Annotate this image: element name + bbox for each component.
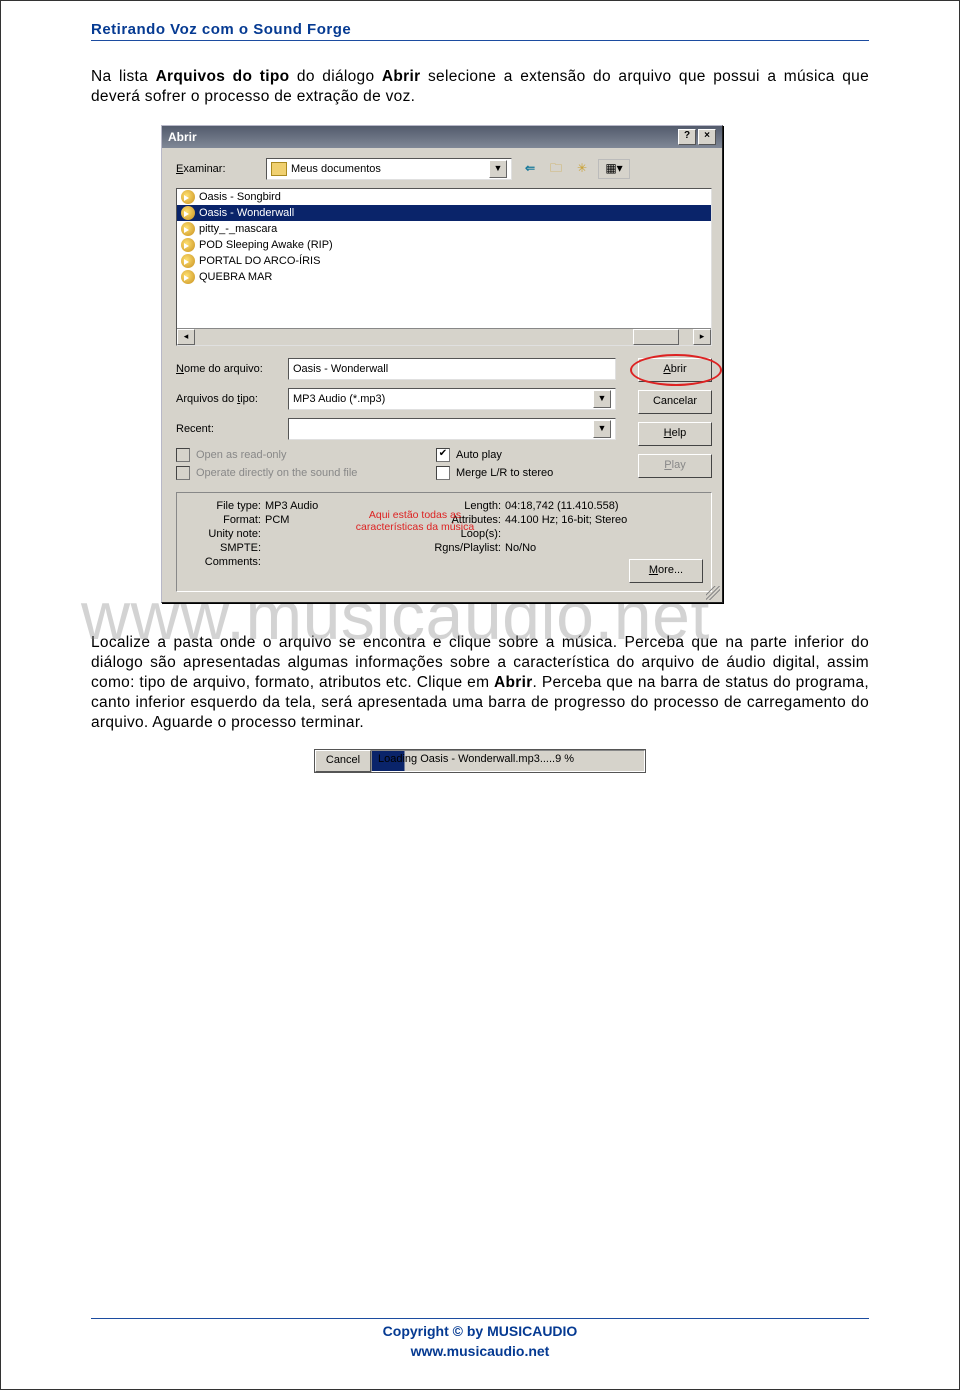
help-button[interactable]: Help: [638, 422, 712, 446]
chevron-down-icon[interactable]: ▼: [489, 160, 507, 178]
dialog-titlebar[interactable]: Abrir ? ×: [162, 126, 722, 148]
chevron-down-icon[interactable]: ▼: [593, 420, 611, 438]
text: do diálogo: [289, 68, 382, 85]
look-in-combo[interactable]: Meus documentos ▼: [266, 158, 512, 180]
open-dialog: Abrir ? × Examinar: Meus documentos ▼: [161, 125, 723, 603]
list-item[interactable]: QUEBRA MAR: [177, 269, 711, 285]
page-header-title: Retirando Voz com o Sound Forge: [91, 21, 869, 38]
auto-play-checkbox[interactable]: ✔ Auto play: [436, 448, 553, 462]
scroll-right-button[interactable]: ▸: [693, 329, 711, 345]
recent-combo[interactable]: ▼: [288, 418, 616, 440]
operate-directly-checkbox: Operate directly on the sound file: [176, 466, 436, 480]
annotation-red-note: Aqui estão todas as características da m…: [355, 509, 475, 533]
status-progress: Loading Oasis - Wonderwall.mp3.....9 %: [371, 750, 645, 772]
checkbox-icon: ✔: [436, 448, 450, 462]
file-type-combo[interactable]: MP3 Audio (*.mp3)▼: [288, 388, 616, 410]
footer-url: www.musicaudio.net: [91, 1341, 869, 1361]
info-value: 04:18,742 (11.410.558): [505, 500, 619, 512]
view-mode-button[interactable]: ▦▾: [598, 159, 630, 179]
list-item[interactable]: POD Sleeping Awake (RIP): [177, 237, 711, 253]
info-label: Unity note:: [185, 528, 265, 540]
text-bold: Abrir: [382, 68, 421, 85]
scroll-track[interactable]: [195, 329, 693, 345]
header-rule: [91, 40, 869, 41]
look-in-label: Examinar:: [176, 163, 266, 175]
status-bar-screenshot: Cancel Loading Oasis - Wonderwall.mp3...…: [314, 749, 646, 773]
list-item[interactable]: PORTAL DO ARCO-ÍRIS: [177, 253, 711, 269]
list-item[interactable]: pitty_-_mascara: [177, 221, 711, 237]
more-button[interactable]: More...: [629, 559, 703, 583]
cancel-button[interactable]: Cancelar: [638, 390, 712, 414]
info-label: Rgns/Playlist:: [425, 542, 505, 554]
file-info-panel: File type:MP3 Audio Format:PCM Unity not…: [176, 492, 712, 592]
text: Na lista: [91, 68, 156, 85]
chevron-down-icon[interactable]: ▼: [593, 390, 611, 408]
info-label: Comments:: [185, 556, 265, 568]
folder-icon: [271, 162, 287, 176]
text-bold: Abrir: [494, 674, 533, 691]
new-folder-button[interactable]: ✳: [572, 159, 592, 179]
open-button[interactable]: Abrir: [638, 358, 712, 382]
info-value: No/No: [505, 542, 536, 554]
open-readonly-checkbox: Open as read-only: [176, 448, 436, 462]
paragraph-1: Na lista Arquivos do tipo do diálogo Abr…: [91, 67, 869, 107]
info-value: PCM: [265, 514, 289, 526]
checkbox-icon: [436, 466, 450, 480]
list-item-selected[interactable]: Oasis - Wonderwall: [177, 205, 711, 221]
recent-label: Recent:: [176, 423, 288, 435]
titlebar-help-button[interactable]: ?: [678, 129, 696, 145]
footer: Copyright © by MUSICAUDIO www.musicaudio…: [91, 1321, 869, 1361]
scroll-thumb[interactable]: [633, 329, 679, 345]
checkbox-icon: [176, 448, 190, 462]
horizontal-scrollbar[interactable]: ◂ ▸: [177, 328, 711, 345]
nav-up-button[interactable]: 🗀: [546, 159, 566, 179]
file-list[interactable]: Oasis - Songbird Oasis - Wonderwall pitt…: [176, 188, 712, 346]
file-name-input[interactable]: Oasis - Wonderwall: [288, 358, 616, 380]
dialog-title: Abrir: [168, 130, 197, 144]
info-value: 44.100 Hz; 16-bit; Stereo: [505, 514, 627, 526]
info-value: MP3 Audio: [265, 500, 318, 512]
titlebar-close-button[interactable]: ×: [698, 129, 716, 145]
audio-file-icon: [181, 270, 195, 284]
footer-copyright: Copyright © by MUSICAUDIO: [91, 1321, 869, 1341]
look-in-value: Meus documentos: [291, 163, 381, 175]
audio-file-icon: [181, 222, 195, 236]
status-cancel-button[interactable]: Cancel: [315, 750, 371, 772]
play-button[interactable]: Play: [638, 454, 712, 478]
audio-file-icon: [181, 190, 195, 204]
info-label: Format:: [185, 514, 265, 526]
audio-file-icon: [181, 254, 195, 268]
paragraph-2: Localize a pasta onde o arquivo se encon…: [91, 633, 869, 733]
resize-grip-icon[interactable]: [706, 586, 720, 600]
footer-rule: [91, 1318, 869, 1319]
nav-back-button[interactable]: ⇐: [520, 159, 540, 179]
audio-file-icon: [181, 206, 195, 220]
info-label: SMPTE:: [185, 542, 265, 554]
text-bold: Arquivos do tipo: [156, 68, 290, 85]
file-name-label: Nome do arquivo:: [176, 363, 288, 375]
merge-lr-checkbox[interactable]: Merge L/R to stereo: [436, 466, 553, 480]
info-label: File type:: [185, 500, 265, 512]
file-type-label: Arquivos do tipo:: [176, 393, 288, 405]
audio-file-icon: [181, 238, 195, 252]
list-item[interactable]: Oasis - Songbird: [177, 189, 711, 205]
scroll-left-button[interactable]: ◂: [177, 329, 195, 345]
checkbox-icon: [176, 466, 190, 480]
